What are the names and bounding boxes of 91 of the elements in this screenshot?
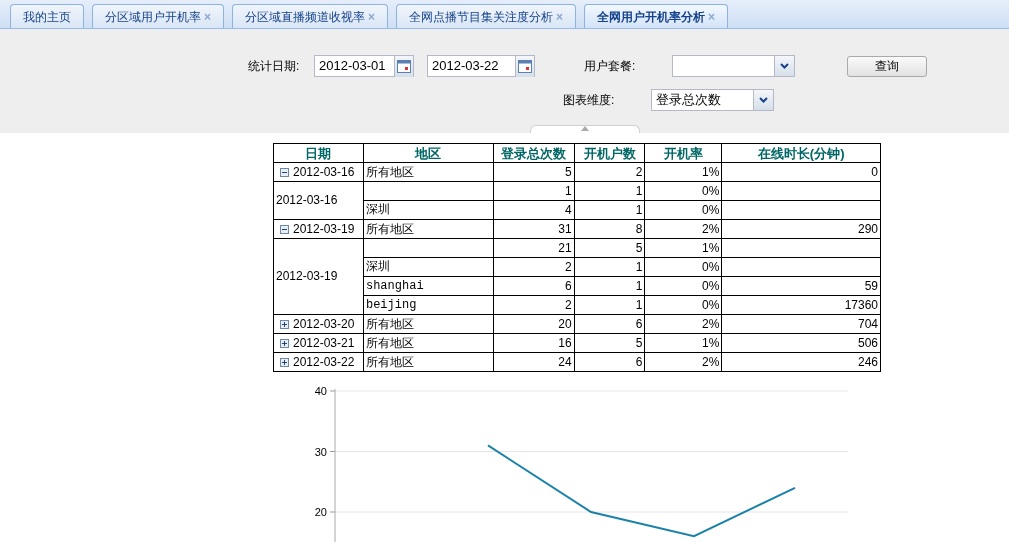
table-cell: 506 bbox=[857, 335, 878, 350]
column-header: 开机户数 bbox=[583, 145, 636, 161]
table-cell: 6 bbox=[635, 354, 643, 369]
table-cell: 0 bbox=[871, 164, 878, 179]
field-label: 用户套餐: bbox=[584, 58, 637, 75]
calendar-icon[interactable] bbox=[518, 59, 532, 73]
table-cell: 21 bbox=[558, 240, 572, 255]
table-cell: 6 bbox=[564, 278, 572, 293]
table-cell: 2012-03-16 bbox=[293, 163, 355, 181]
query-button[interactable]: 查询 bbox=[847, 55, 927, 77]
dropdown-button[interactable] bbox=[774, 56, 794, 76]
table-cell: 2012-03-19 bbox=[276, 269, 338, 283]
table-cell: 16 bbox=[558, 335, 572, 350]
table-cell: 1 bbox=[635, 183, 643, 198]
table-cell: 1 bbox=[635, 297, 643, 312]
tab[interactable]: 分区域直播频道收视率 × bbox=[232, 4, 389, 28]
table-cell: 4 bbox=[564, 202, 572, 217]
collapse-icon[interactable] bbox=[280, 224, 289, 234]
calendar-button[interactable] bbox=[515, 55, 534, 77]
date-field[interactable]: 2012-03-22 bbox=[427, 55, 535, 77]
table-cell: 所有地区 bbox=[365, 335, 414, 350]
table-cell: 5 bbox=[635, 335, 643, 350]
table-cell: 深圳 bbox=[365, 202, 390, 217]
table-cell: 6 bbox=[635, 316, 643, 331]
table-cell: 2 bbox=[635, 164, 643, 179]
date-field[interactable]: 2012-03-01 bbox=[314, 55, 414, 77]
table-cell: 8 bbox=[635, 221, 643, 236]
table-cell: 1 bbox=[564, 183, 572, 198]
table-cell: 31 bbox=[558, 221, 572, 236]
chevron-down-icon[interactable] bbox=[780, 63, 789, 69]
calendar-button[interactable] bbox=[394, 55, 413, 77]
table-cell: 1% bbox=[701, 164, 720, 179]
table-cell: 0% bbox=[701, 183, 720, 198]
table-cell: 2012-03-19 bbox=[293, 220, 355, 238]
tab[interactable]: 全网点播节目集关注度分析 × bbox=[396, 4, 577, 28]
table-cell: 0% bbox=[701, 259, 720, 274]
expand-icon[interactable] bbox=[280, 357, 289, 367]
table-cell: 246 bbox=[857, 354, 878, 369]
table-cell: 1 bbox=[635, 202, 643, 217]
table-cell: 0% bbox=[701, 202, 720, 217]
table-cell: 704 bbox=[857, 316, 878, 331]
table-cell: 所有地区 bbox=[365, 164, 414, 179]
table-cell: 所有地区 bbox=[365, 221, 414, 236]
table-cell: 2012-03-20 bbox=[293, 315, 355, 333]
table-cell: 2012-03-22 bbox=[293, 353, 355, 371]
field-label: 统计日期: bbox=[248, 58, 301, 75]
table-cell: 深圳 bbox=[365, 259, 390, 274]
expand-icon[interactable] bbox=[280, 338, 289, 348]
column-header: 开机率 bbox=[663, 145, 703, 161]
table-cell: 5 bbox=[635, 240, 643, 255]
expand-icon[interactable] bbox=[280, 319, 289, 329]
field-label: 图表维度: bbox=[563, 92, 616, 109]
table-cell: 所有地区 bbox=[365, 354, 414, 369]
tab[interactable]: 全网用户开机率分析 × bbox=[584, 4, 729, 28]
dropdown-button[interactable] bbox=[753, 90, 773, 110]
dimension-select[interactable]: 登录总次数 bbox=[651, 89, 774, 111]
table-cell: 2012-03-21 bbox=[293, 334, 355, 352]
table-cell: 20 bbox=[558, 316, 572, 331]
table-cell: 2 bbox=[564, 259, 572, 274]
table-cell: 0% bbox=[701, 278, 720, 293]
axis-tick-label: 20 bbox=[314, 506, 327, 518]
column-header: 地区 bbox=[415, 145, 442, 161]
tab[interactable]: 我的主页 bbox=[10, 4, 84, 28]
table-cell: 1 bbox=[635, 278, 643, 293]
table-cell: 1 bbox=[635, 259, 643, 274]
table-cell: 0% bbox=[701, 297, 720, 312]
axis-tick-label: 30 bbox=[314, 445, 327, 458]
table-cell: 2% bbox=[701, 221, 720, 236]
table-cell: 所有地区 bbox=[365, 316, 414, 331]
table-cell: 24 bbox=[558, 354, 572, 369]
table-cell: 2012-03-16 bbox=[276, 193, 338, 207]
column-header: 登录总次数 bbox=[501, 145, 567, 161]
table-cell: 2% bbox=[701, 354, 720, 369]
panel-collapse-handle[interactable] bbox=[530, 125, 640, 133]
table-cell: 5 bbox=[564, 164, 572, 179]
table-cell: 59 bbox=[864, 278, 878, 293]
table-cell: 290 bbox=[857, 221, 878, 236]
table-cell: 2% bbox=[701, 316, 720, 331]
table-cell: 17360 bbox=[844, 297, 878, 312]
table-cell: 1% bbox=[701, 335, 720, 350]
tab[interactable]: 分区域用户开机率 × bbox=[92, 4, 224, 28]
axis-tick-label: 40 bbox=[314, 385, 327, 397]
column-header: 日期 bbox=[305, 145, 332, 161]
chevron-down-icon[interactable] bbox=[759, 97, 768, 103]
calendar-icon[interactable] bbox=[397, 59, 411, 73]
table-cell: shanghai bbox=[365, 278, 424, 293]
table-cell: 2 bbox=[564, 297, 572, 312]
table-cell: 1% bbox=[701, 240, 720, 255]
column-header: 在线时长(分钟) bbox=[757, 145, 845, 161]
table-cell: beijing bbox=[365, 297, 417, 312]
collapse-icon[interactable] bbox=[280, 167, 289, 177]
